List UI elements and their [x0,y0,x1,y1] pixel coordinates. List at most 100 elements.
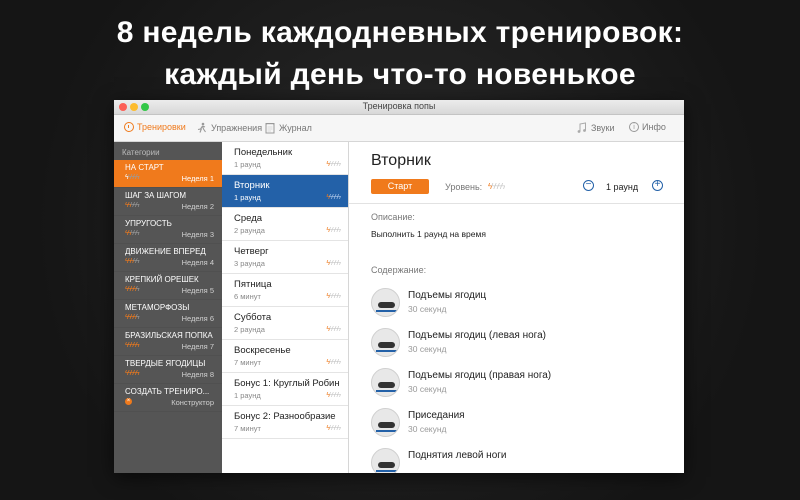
toolbar: Тренировки Упражнения Журнал Звуки i Инф… [114,115,684,142]
window-title: Тренировка попы [362,101,436,111]
exercise-name: Приседания [408,410,465,421]
day-name: Вторник [234,180,270,191]
day-item[interactable]: Бонус 2: Разнообразие 7 минут ϟϟϟϟϟ [222,406,348,439]
day-name: Среда [234,213,263,224]
day-item[interactable]: Воскресенье 7 минут ϟϟϟϟϟ [222,340,348,373]
difficulty-icon: ϟϟϟϟϟ [326,326,341,333]
sidebar-item-week: Неделя 7 [181,342,214,351]
app-window: Тренировка попы Тренировки Упражнения Жу… [114,100,684,473]
day-item[interactable]: Суббота 2 раунда ϟϟϟϟϟ [222,307,348,340]
exercise-thumbnail [371,408,400,437]
difficulty-icon: ϟϟϟϟϟ [326,293,341,300]
difficulty-icon: ϟϟϟϟϟ [125,286,139,293]
level-indicator: ϟϟϟϟϟ [488,182,505,191]
sidebar-item-title: ДВИЖЕНИЕ ВПЕРЕД [125,247,206,256]
stopwatch-icon [124,122,134,132]
workout-detail: Вторник Старт Уровень: ϟϟϟϟϟ − 1 раунд +… [349,142,684,473]
tab-journal-label: Журнал [279,123,312,133]
difficulty-icon: ϟϟϟϟϟ [326,260,341,267]
day-item[interactable]: Бонус 1: Круглый Робин 1 раунд ϟϟϟϟϟ [222,373,348,406]
music-note-icon [577,122,586,133]
sidebar-item-title: МЕТАМОРФОЗЫ [125,303,190,312]
day-name: Суббота [234,312,272,323]
exercise-item[interactable]: Приседания 30 секунд [371,408,465,440]
sidebar-item[interactable]: КРЕПКИЙ ОРЕШЕК ϟϟϟϟϟ Неделя 5 [114,272,222,300]
exercise-item[interactable]: Подъемы ягодиц (правая нога) 30 секунд [371,368,551,400]
sidebar-item-week: Неделя 5 [181,286,214,295]
day-name: Воскресенье [234,345,291,356]
day-list: Понедельник 1 раунд ϟϟϟϟϟ Вторник 1 раунд ϟϟϟ… [222,142,349,473]
day-name: Четверг [234,246,269,257]
sidebar-item[interactable]: ДВИЖЕНИЕ ВПЕРЕД ϟϟϟϟϟ Неделя 4 [114,244,222,272]
difficulty-icon: ϟϟϟϟϟ [326,392,341,399]
day-name: Бонус 2: Разнообразие [234,411,336,422]
sidebar-item[interactable]: ШАГ ЗА ШАГОМ ϟϟϟϟϟ Неделя 2 [114,188,222,216]
difficulty-icon: ϟϟϟϟϟ [125,370,139,377]
exercise-item[interactable]: Подъемы ягодиц 30 секунд [371,288,486,320]
exercise-thumbnail [371,448,400,473]
exercise-name: Подъемы ягодиц (левая нога) [408,330,546,341]
tab-exercises-label: Упражнения [211,123,263,133]
sidebar-item[interactable]: БРАЗИЛЬСКАЯ ПОПКА ϟϟϟϟϟ Неделя 7 [114,328,222,356]
sidebar-item[interactable]: МЕТАМОРФОЗЫ ϟϟϟϟϟ Неделя 6 [114,300,222,328]
difficulty-icon: ϟϟϟϟϟ [326,194,341,201]
rounds-value: 1 раунд [606,182,639,192]
day-name: Понедельник [234,147,293,158]
info-label: Инфо [642,122,666,132]
sidebar-item-week: Конструктор [171,398,214,407]
increase-rounds-button[interactable]: + [652,180,663,191]
exercise-item[interactable]: Подъемы ягодиц (левая нога) 30 секунд [371,328,546,360]
sidebar-item[interactable]: УПРУГОСТЬ ϟϟϟϟϟ Неделя 3 [114,216,222,244]
tab-journal[interactable]: Журнал [264,122,312,134]
exercise-name: Подъемы ягодиц (правая нога) [408,370,552,381]
sidebar-item-title: БРАЗИЛЬСКАЯ ПОПКА [125,331,213,340]
exercise-duration: 30 секунд [408,384,447,394]
day-item[interactable]: Вторник 1 раунд ϟϟϟϟϟ [222,175,348,208]
day-item[interactable]: Пятница 6 минут ϟϟϟϟϟ [222,274,348,307]
sidebar-item-title: ШАГ ЗА ШАГОМ [125,191,187,200]
day-item[interactable]: Четверг 3 раунда ϟϟϟϟϟ [222,241,348,274]
difficulty-icon: ϟϟϟϟϟ [326,425,341,432]
exercise-name: Поднятия левой ноги [408,450,507,461]
exercise-thumbnail [371,328,400,357]
day-name: Бонус 1: Круглый Робин [234,378,340,389]
sidebar-item-week: Неделя 3 [181,230,214,239]
sounds-label: Звуки [591,123,615,133]
info-button[interactable]: i Инфо [629,122,666,132]
exercise-duration: 30 секунд [408,304,447,314]
level-label: Уровень: [445,182,483,192]
difficulty-icon: ϟϟϟϟϟ [125,314,139,321]
difficulty-icon: ϟϟϟϟϟ [125,258,139,265]
headline-line-2: каждый день что-то новенькое [164,58,636,91]
sidebar-item-title: НА СТАРТ [125,163,164,172]
start-button[interactable]: Старт [371,179,429,194]
difficulty-icon: ϟϟϟϟϟ [125,342,139,349]
category-sidebar: Категории НА СТАРТ ϟϟϟϟϟ Неделя 1 ШАГ ЗА ША… [114,142,222,473]
sounds-button[interactable]: Звуки [576,122,614,134]
difficulty-icon: ϟϟϟϟϟ [326,359,341,366]
exercise-item[interactable]: Поднятия левой ноги [371,448,507,473]
sidebar-header: Категории [122,148,160,157]
sidebar-item-title: КРЕПКИЙ ОРЕШЕК [125,275,199,284]
difficulty-icon: ϟϟϟϟϟ [125,202,139,209]
sidebar-item-week: Неделя 8 [181,370,214,379]
sidebar-item-week: Неделя 6 [181,314,214,323]
difficulty-icon: ϟϟϟϟϟ [326,227,341,234]
content-label: Содержание: [371,265,427,275]
exercise-thumbnail [371,368,400,397]
exercise-duration: 30 секунд [408,424,447,434]
info-icon: i [629,122,639,132]
day-item[interactable]: Среда 2 раунда ϟϟϟϟϟ [222,208,348,241]
day-item[interactable]: Понедельник 1 раунд ϟϟϟϟϟ [222,142,348,175]
day-name: Пятница [234,279,272,290]
difficulty-icon: ϟϟϟϟϟ [125,174,140,181]
exercise-thumbnail [371,288,400,317]
sidebar-item[interactable]: ТВЕРДЫЕ ЯГОДИЦЫ ϟϟϟϟϟ Неделя 8 [114,356,222,384]
sidebar-item[interactable]: НА СТАРТ ϟϟϟϟϟ Неделя 1 [114,160,222,188]
tab-workouts[interactable]: Тренировки [124,122,186,132]
difficulty-icon: ϟϟϟϟϟ [326,161,341,168]
decrease-rounds-button[interactable]: − [583,180,594,191]
sidebar-item[interactable]: СОЗДАТЬ ТРЕНИРО... × Конструктор [114,384,222,412]
notebook-icon [265,123,275,134]
tab-exercises[interactable]: Упражнения [196,122,262,134]
